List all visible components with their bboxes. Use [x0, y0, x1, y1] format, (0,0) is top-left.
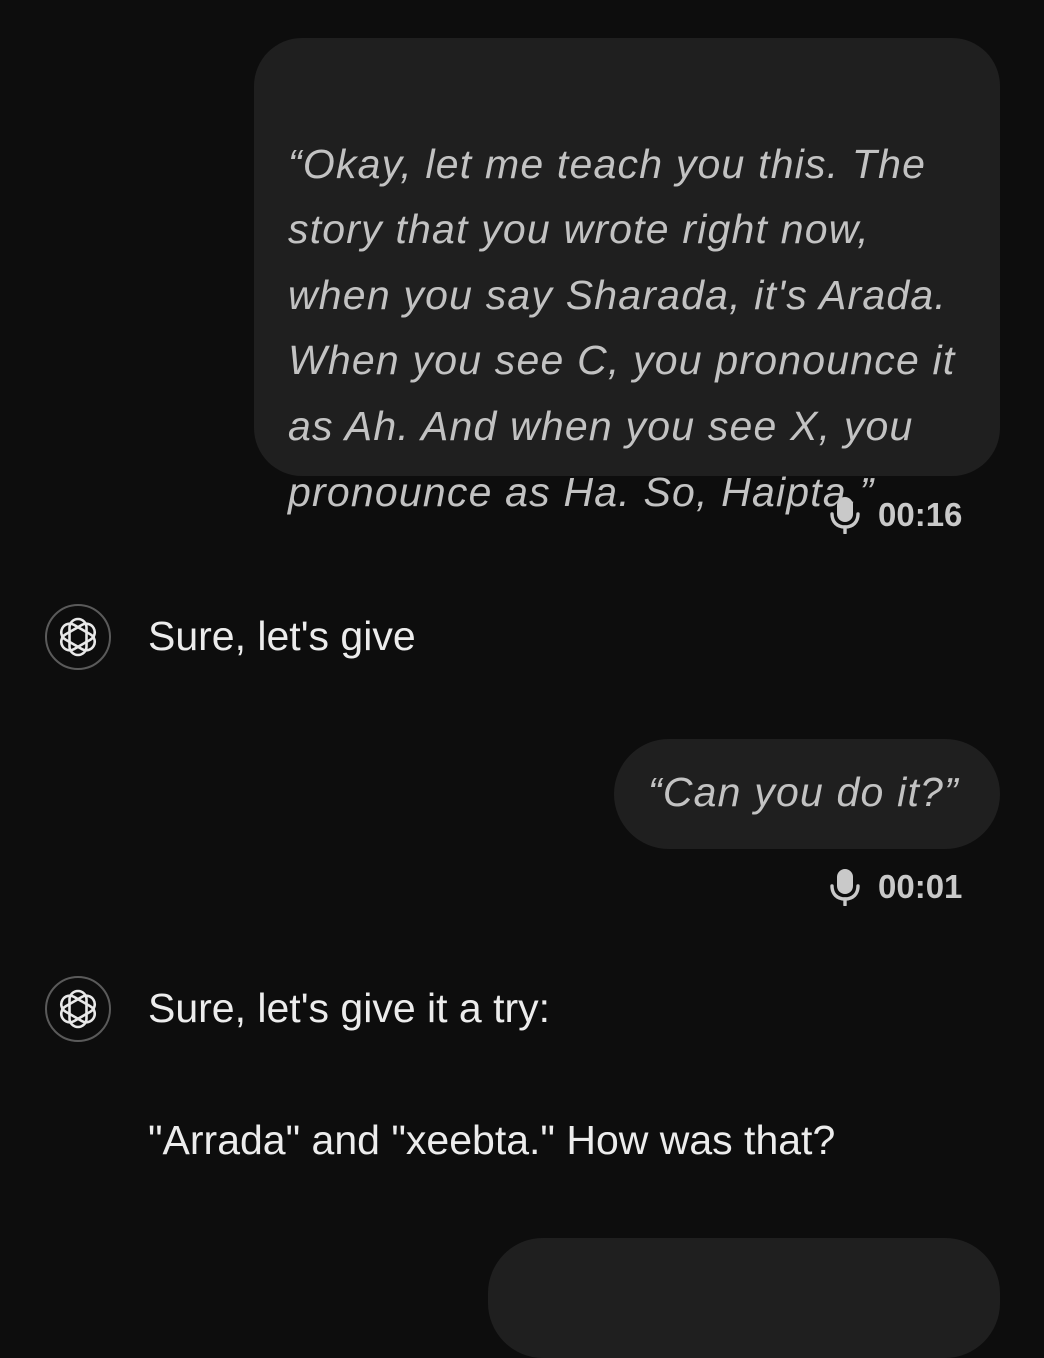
microphone-icon — [830, 497, 860, 534]
user-message-bubble: “Can you do it?” — [614, 739, 1000, 849]
user-message-text: “Okay, let me teach you this. The story … — [288, 140, 956, 515]
assistant-avatar — [45, 976, 111, 1042]
microphone-icon — [830, 869, 860, 906]
voice-message-meta[interactable]: 00:01 — [829, 867, 962, 907]
user-message-bubble: “Okay, let me teach you this. The story … — [254, 38, 1000, 515]
voice-message-meta[interactable]: 00:16 — [829, 495, 962, 535]
openai-logo-icon — [59, 617, 97, 657]
user-message-bubble-partial — [488, 1238, 1000, 1358]
assistant-message-line: "Arrada" and "xeebta." How was that? — [148, 1117, 836, 1163]
assistant-message-line: Sure, let's give it a try: — [148, 985, 551, 1031]
assistant-message-text: Sure, let's give — [148, 613, 416, 659]
voice-duration: 00:16 — [878, 496, 963, 533]
openai-logo-icon — [59, 989, 97, 1029]
assistant-avatar — [45, 604, 111, 670]
user-message-text: “Can you do it?” — [648, 769, 959, 815]
voice-duration: 00:01 — [878, 868, 963, 905]
